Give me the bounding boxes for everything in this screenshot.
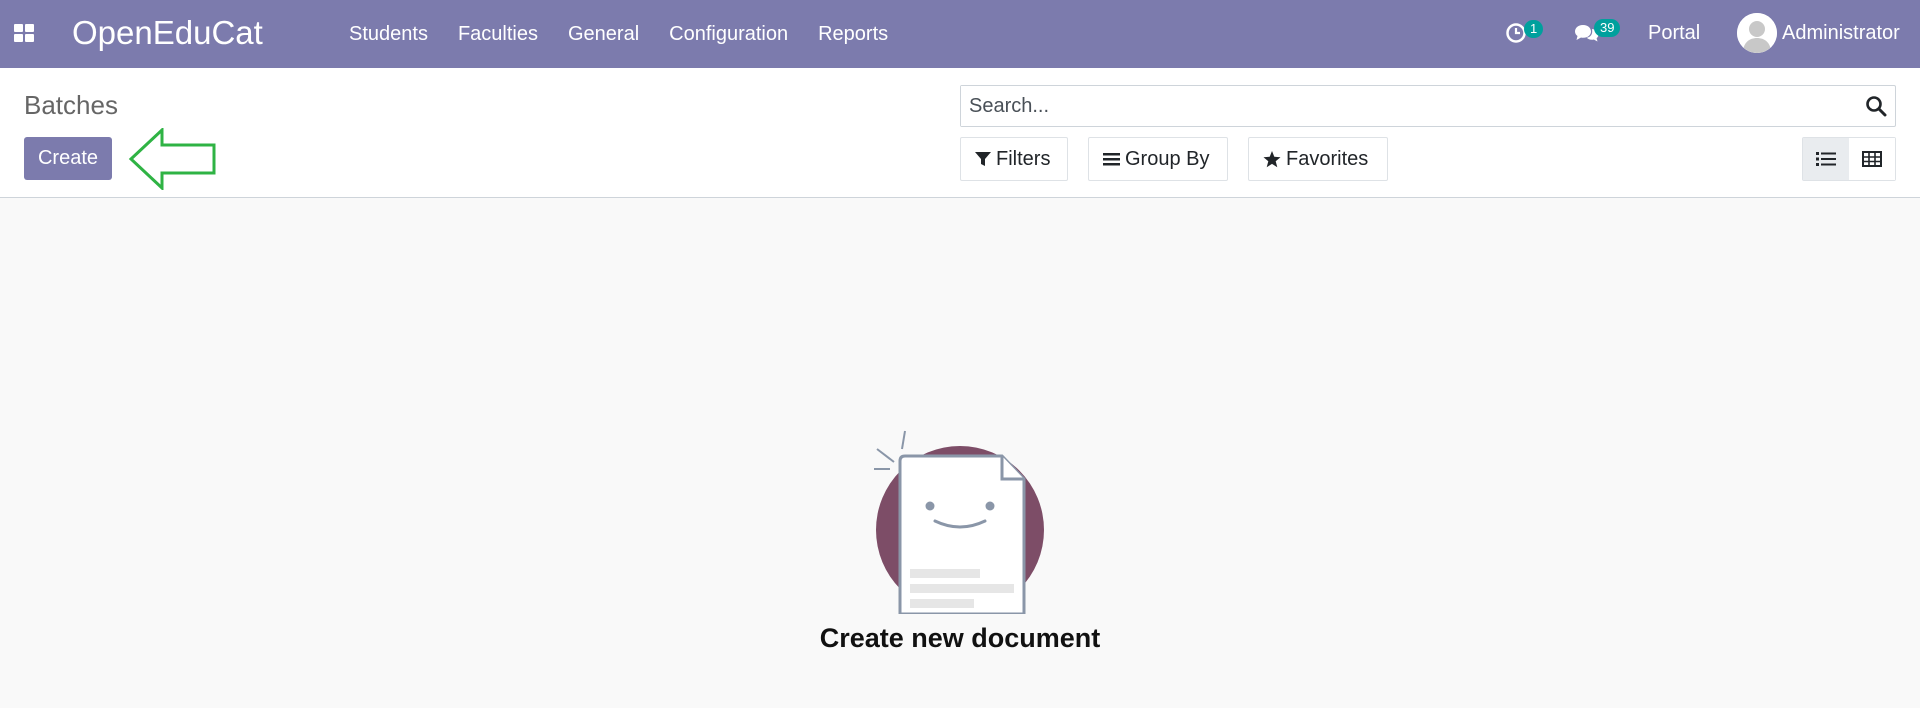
group-by-label: Group By <box>1125 147 1210 170</box>
create-button[interactable]: Create <box>24 137 112 180</box>
menu-item-faculties[interactable]: Faculties <box>458 23 538 46</box>
user-name: Administrator <box>1782 21 1900 44</box>
favorites-label: Favorites <box>1286 147 1369 170</box>
menu-item-reports[interactable]: Reports <box>818 23 888 46</box>
messages-badge: 39 <box>1594 19 1621 37</box>
main-menu: Students Faculties General Configuration… <box>349 0 918 68</box>
portal-link[interactable]: Portal <box>1648 22 1700 45</box>
menu-item-configuration[interactable]: Configuration <box>669 23 788 46</box>
menu-item-students[interactable]: Students <box>349 23 428 46</box>
grid-view-button[interactable] <box>1849 138 1895 180</box>
menu-item-general[interactable]: General <box>568 23 639 46</box>
favorites-button[interactable]: Favorites <box>1248 137 1388 181</box>
annotation-arrow-icon <box>128 128 216 190</box>
search-icon[interactable] <box>1865 95 1887 122</box>
top-navbar: OpenEduCat Students Faculties General Co… <box>0 0 1920 68</box>
control-panel: Batches Create Filters Group By Favorite… <box>0 68 1920 198</box>
brand-name[interactable]: OpenEduCat <box>72 14 263 52</box>
grid-view-icon <box>1862 151 1882 167</box>
list-view-icon <box>1816 152 1836 166</box>
search-input[interactable] <box>961 86 1841 126</box>
empty-state-title: Create new document <box>819 623 1101 653</box>
view-switcher <box>1802 137 1896 181</box>
apps-grid-icon[interactable] <box>14 24 34 42</box>
avatar <box>1737 13 1777 53</box>
empty-document-illustration-icon <box>874 430 1044 614</box>
list-view-button[interactable] <box>1803 138 1849 180</box>
filters-button[interactable]: Filters <box>960 137 1068 181</box>
filter-icon <box>975 152 991 166</box>
activity-badge: 1 <box>1524 20 1544 38</box>
user-menu[interactable]: Administrator <box>1737 13 1900 53</box>
star-icon <box>1263 150 1281 167</box>
search-bar <box>960 85 1896 127</box>
page-title: Batches <box>24 90 118 120</box>
empty-state: Create new document <box>0 199 1920 708</box>
group-by-button[interactable]: Group By <box>1088 137 1228 181</box>
bars-icon <box>1103 153 1120 166</box>
filters-label: Filters <box>996 147 1051 170</box>
